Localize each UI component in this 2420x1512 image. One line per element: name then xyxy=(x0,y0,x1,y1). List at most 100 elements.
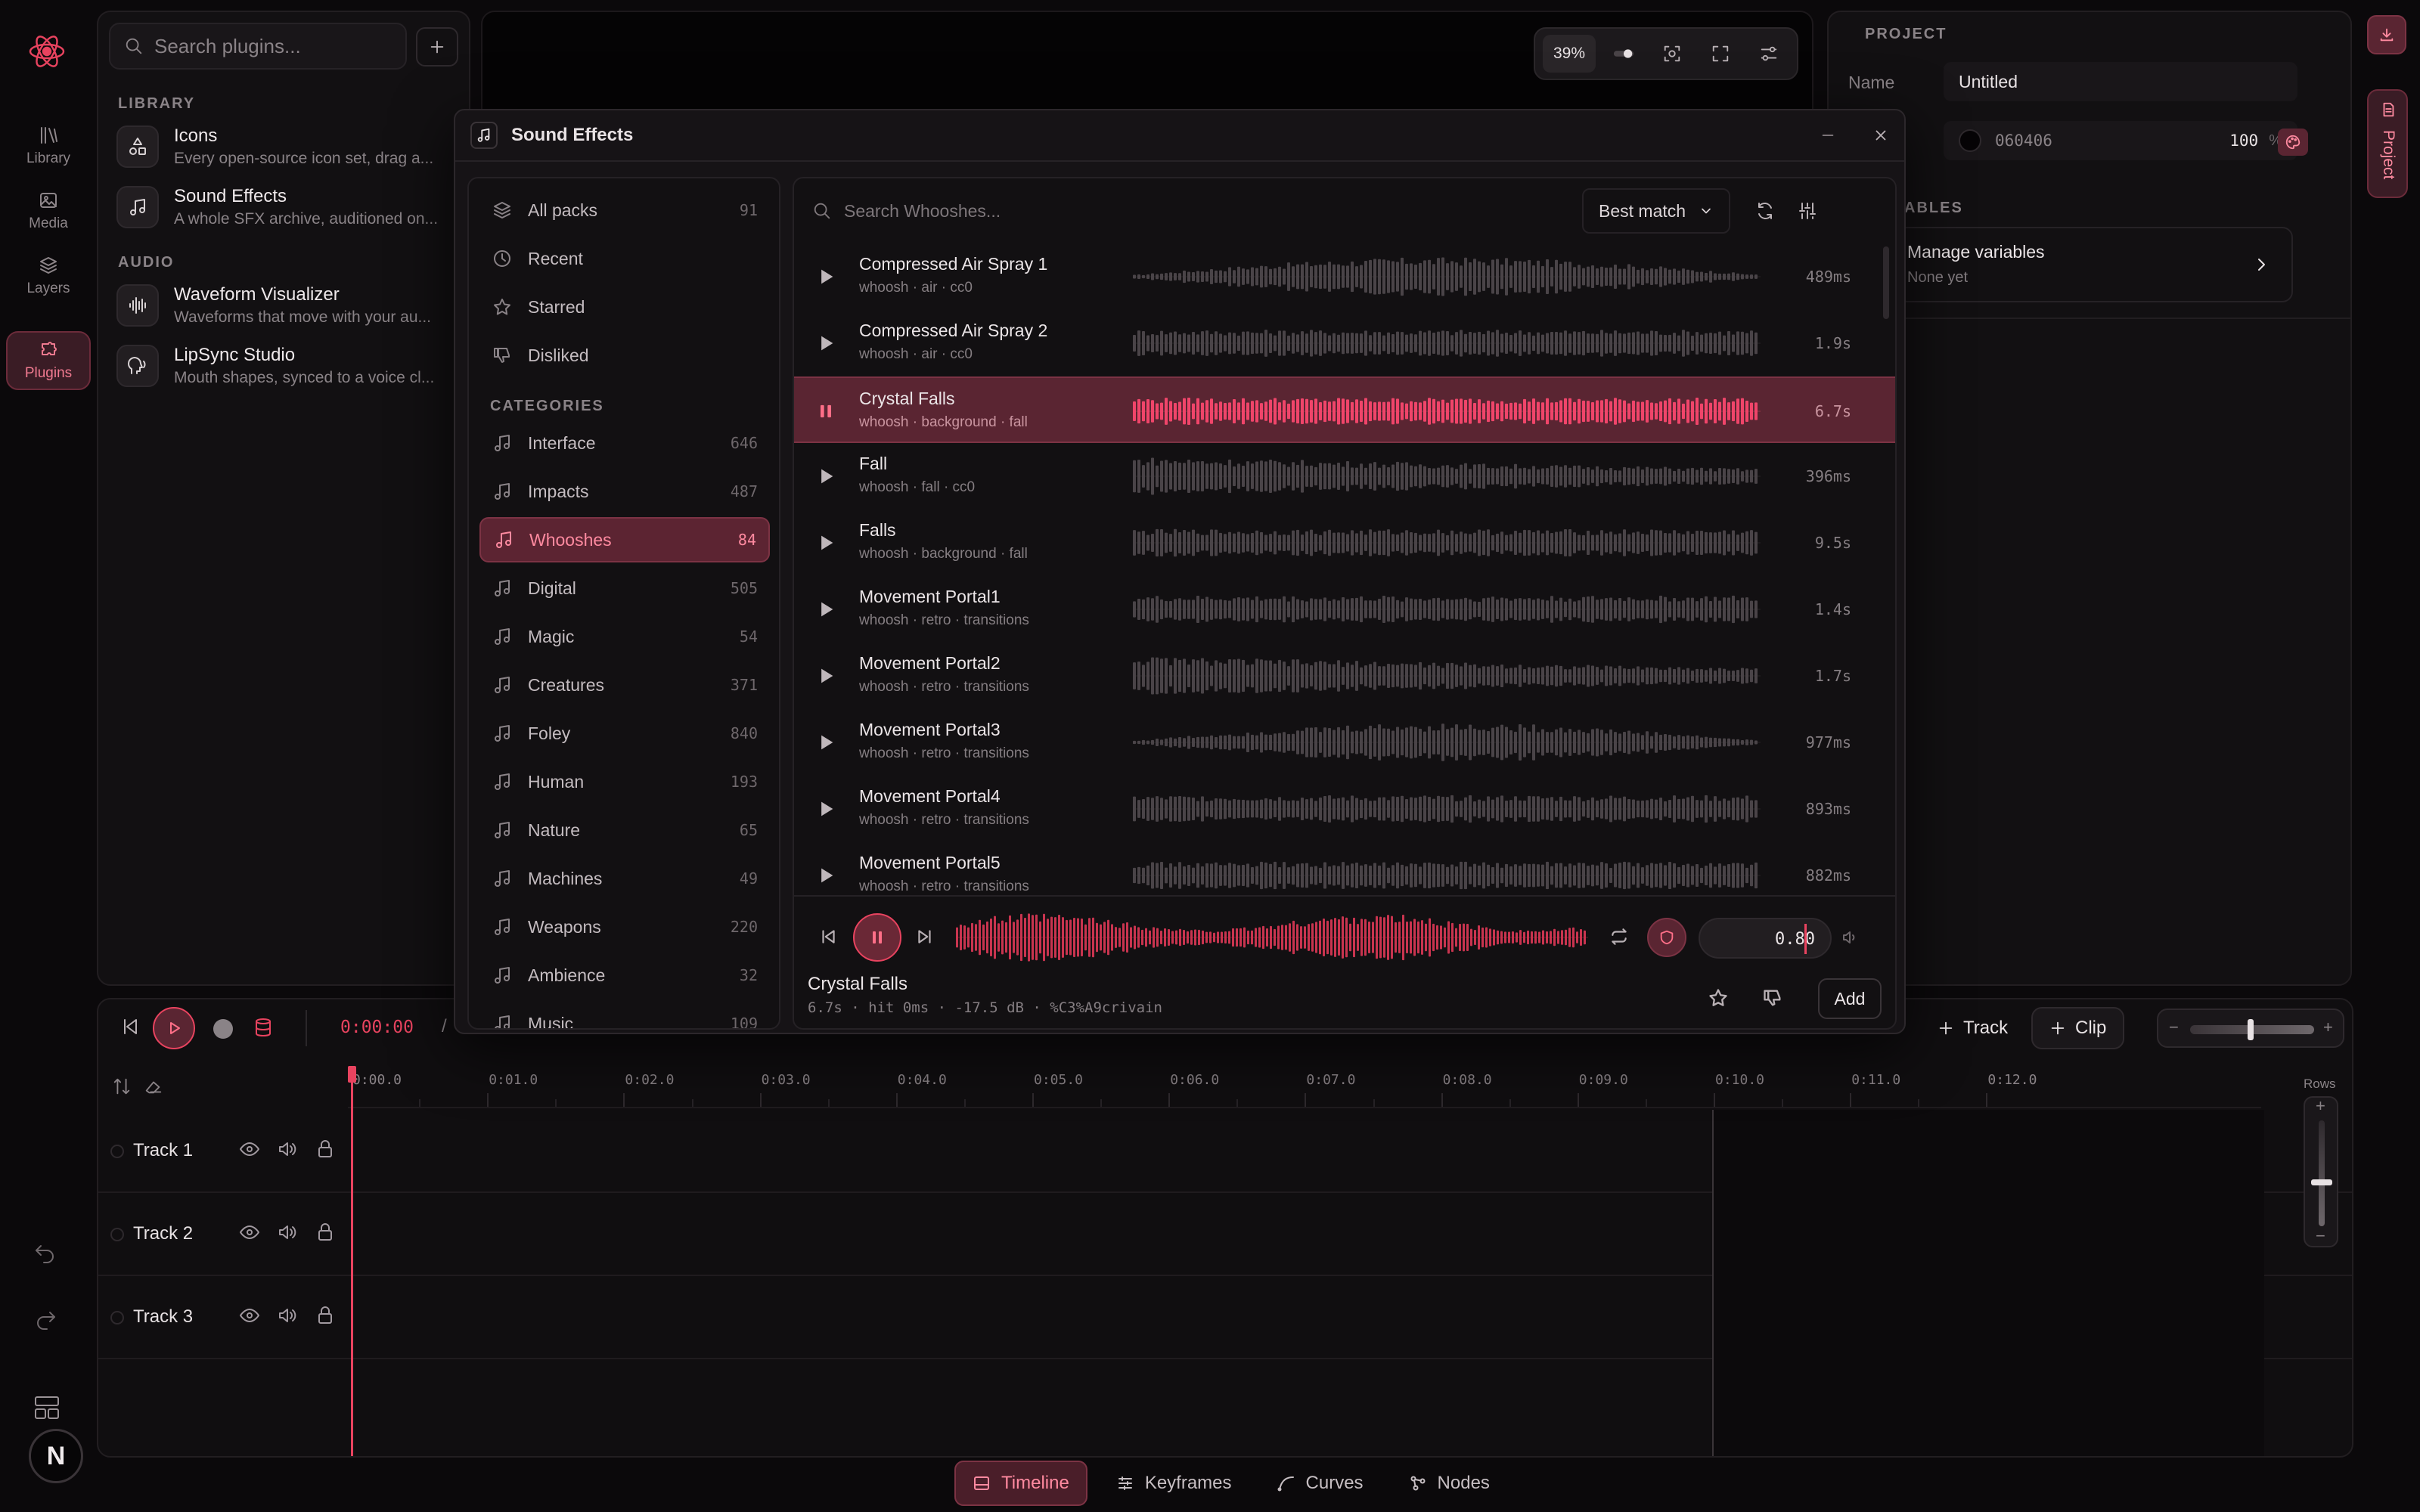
play-icon[interactable] xyxy=(815,732,836,753)
play-icon[interactable] xyxy=(815,599,836,620)
sound-waveform[interactable] xyxy=(1133,789,1761,829)
category-item-weapons[interactable]: Weapons 220 xyxy=(479,904,770,950)
sound-waveform[interactable] xyxy=(1133,457,1761,496)
plugin-item-sound-effects[interactable]: Sound Effects A whole SFX archive, audit… xyxy=(116,178,454,236)
play-icon[interactable] xyxy=(815,266,836,287)
playhead-handle[interactable] xyxy=(348,1066,356,1083)
pause-icon[interactable] xyxy=(815,401,836,422)
sound-row[interactable]: Movement Portal1 whoosh · retro · transi… xyxy=(794,576,1895,643)
sound-row[interactable]: Compressed Air Spray 2 whoosh · air · cc… xyxy=(794,310,1895,376)
star-icon[interactable] xyxy=(1708,987,1729,1009)
settings-sliders-icon[interactable] xyxy=(1748,35,1789,73)
avatar[interactable]: N xyxy=(29,1429,83,1483)
refresh-icon[interactable] xyxy=(1754,200,1776,222)
sound-waveform[interactable] xyxy=(1133,590,1761,629)
volume-icon[interactable] xyxy=(277,1222,298,1243)
background-color-field[interactable]: 060406 100 % xyxy=(1944,121,2297,160)
color-swatch[interactable] xyxy=(1959,129,1981,152)
record-icon[interactable] xyxy=(213,1019,233,1039)
volume-icon[interactable] xyxy=(277,1139,298,1160)
category-item-machines[interactable]: Machines 49 xyxy=(479,856,770,901)
sound-waveform[interactable] xyxy=(1133,523,1761,562)
category-item-digital[interactable]: Digital 505 xyxy=(479,565,770,611)
add-clip-button[interactable]: Clip xyxy=(2031,1007,2125,1049)
plugin-search-input[interactable]: Search plugins... xyxy=(109,23,407,70)
add-track-button[interactable]: Track xyxy=(1921,1007,2024,1049)
palette-button[interactable] xyxy=(2278,129,2308,156)
rows-slider-thumb[interactable] xyxy=(2311,1179,2332,1185)
volume-field[interactable]: 0.80 xyxy=(1699,918,1832,959)
sidebar-item-recent[interactable]: Recent xyxy=(479,236,770,281)
sound-waveform[interactable] xyxy=(1133,656,1761,696)
player-pause-button[interactable] xyxy=(853,913,901,962)
player-waveform[interactable] xyxy=(956,910,1588,965)
category-item-ambience[interactable]: Ambience 32 xyxy=(479,953,770,998)
eraser-icon[interactable] xyxy=(144,1077,163,1096)
zoom-slider-thumb[interactable] xyxy=(2248,1019,2254,1040)
results-scrollbar[interactable] xyxy=(1883,246,1889,319)
project-side-tab[interactable]: Project xyxy=(2367,89,2408,198)
play-icon[interactable] xyxy=(815,865,836,886)
sfx-search-input[interactable]: Search Whooshes... xyxy=(844,201,1570,222)
category-item-foley[interactable]: Foley 840 xyxy=(479,711,770,756)
sound-row[interactable]: Compressed Air Spray 1 whoosh · air · cc… xyxy=(794,243,1895,310)
track-select-radio[interactable] xyxy=(110,1228,124,1241)
sound-row[interactable]: Movement Portal2 whoosh · retro · transi… xyxy=(794,643,1895,709)
playhead[interactable] xyxy=(351,1067,353,1456)
track-select-radio[interactable] xyxy=(110,1311,124,1325)
layout-icon[interactable] xyxy=(33,1394,60,1421)
play-icon[interactable] xyxy=(815,798,836,820)
category-item-impacts[interactable]: Impacts 487 xyxy=(479,469,770,514)
category-item-whooshes[interactable]: Whooshes 84 xyxy=(479,517,770,562)
eye-icon[interactable] xyxy=(239,1305,260,1326)
rail-plugins[interactable]: Plugins xyxy=(6,331,91,390)
zoom-button[interactable]: 39% xyxy=(1543,35,1596,73)
manage-variables-button[interactable]: Manage variables None yet xyxy=(1897,227,2293,302)
filter-sliders-icon[interactable] xyxy=(1797,200,1818,222)
sound-waveform[interactable] xyxy=(1133,856,1761,895)
tab-timeline[interactable]: Timeline xyxy=(954,1461,1087,1506)
rail-layers[interactable]: Layers xyxy=(6,246,91,305)
lock-icon[interactable] xyxy=(315,1305,336,1326)
track-name[interactable]: Track 3 xyxy=(133,1306,193,1328)
database-icon[interactable] xyxy=(253,1016,274,1039)
sort-dropdown[interactable]: Best match xyxy=(1582,188,1730,234)
track-name[interactable]: Track 2 xyxy=(133,1223,193,1244)
export-button[interactable] xyxy=(2367,15,2406,54)
sort-icon[interactable] xyxy=(112,1077,132,1096)
redo-icon[interactable] xyxy=(33,1306,57,1331)
lock-icon[interactable] xyxy=(315,1139,336,1160)
sound-row[interactable]: Movement Portal3 whoosh · retro · transi… xyxy=(794,709,1895,776)
thumbs-down-icon[interactable] xyxy=(1762,987,1783,1009)
sidebar-item-disliked[interactable]: Disliked xyxy=(479,333,770,378)
category-item-magic[interactable]: Magic 54 xyxy=(479,614,770,659)
shield-toggle[interactable] xyxy=(1647,918,1686,957)
tab-nodes[interactable]: Nodes xyxy=(1392,1461,1506,1506)
eye-icon[interactable] xyxy=(239,1222,260,1243)
category-item-music[interactable]: Music 109 xyxy=(479,1001,770,1028)
sound-waveform[interactable] xyxy=(1133,257,1761,296)
tab-curves[interactable]: Curves xyxy=(1261,1461,1380,1506)
add-sound-button[interactable]: Add xyxy=(1818,978,1882,1019)
sound-row[interactable]: Crystal Falls whoosh · background · fall… xyxy=(794,376,1895,443)
plugin-item-waveform-visualizer[interactable]: Waveform Visualizer Waveforms that move … xyxy=(116,277,454,334)
category-item-nature[interactable]: Nature 65 xyxy=(479,807,770,853)
rail-library[interactable]: Library xyxy=(6,116,91,175)
previous-icon[interactable] xyxy=(818,927,838,947)
loop-icon[interactable] xyxy=(1609,927,1629,947)
sound-waveform[interactable] xyxy=(1133,324,1761,363)
zoom-slider[interactable]: − + xyxy=(2157,1009,2344,1048)
sidebar-item-starred[interactable]: Starred xyxy=(479,284,770,330)
opacity-value[interactable]: 100 xyxy=(2229,132,2258,150)
track-name[interactable]: Track 1 xyxy=(133,1140,193,1161)
play-button[interactable] xyxy=(153,1007,195,1049)
tab-keyframes[interactable]: Keyframes xyxy=(1100,1461,1249,1506)
sound-waveform[interactable] xyxy=(1133,723,1761,762)
category-item-interface[interactable]: Interface 646 xyxy=(479,420,770,466)
category-item-human[interactable]: Human 193 xyxy=(479,759,770,804)
minimize-icon[interactable] xyxy=(1820,127,1836,144)
toggle-icon[interactable] xyxy=(1603,35,1644,73)
next-icon[interactable] xyxy=(915,927,935,947)
rail-media[interactable]: Media xyxy=(6,181,91,240)
plugin-item-icons[interactable]: Icons Every open-source icon set, drag a… xyxy=(116,118,454,175)
